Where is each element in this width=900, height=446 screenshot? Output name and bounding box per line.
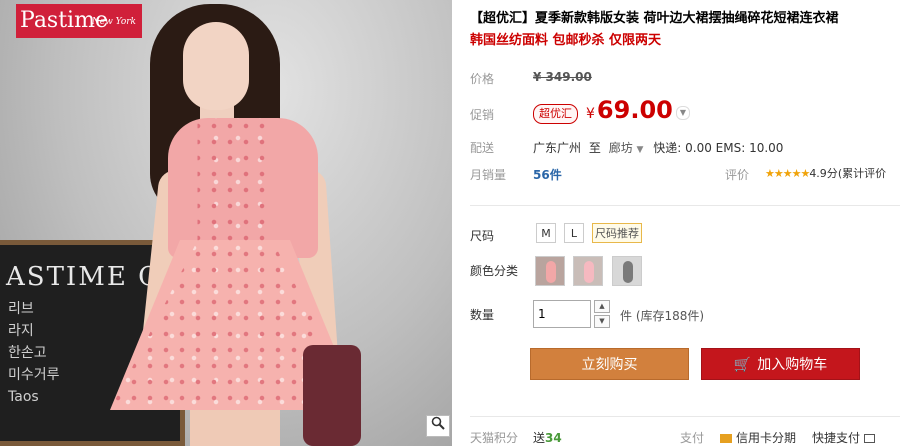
ship-to-select[interactable]: 廊坊 ▼ bbox=[609, 141, 644, 155]
swatch-figure bbox=[546, 261, 556, 283]
original-price: ¥ 349.00 bbox=[533, 70, 592, 84]
promo-price: ¥69.00 bbox=[586, 96, 673, 124]
swatch-figure bbox=[584, 261, 594, 283]
add-to-cart-label: 加入购物车 bbox=[757, 357, 828, 373]
ship-to-word: 至 bbox=[588, 141, 601, 155]
color-swatch-1[interactable] bbox=[535, 256, 565, 286]
product-subtitle: 韩国丝纺面料 包邮秒杀 仅限两天 bbox=[470, 33, 662, 48]
quantity-increment[interactable]: ▲ bbox=[594, 300, 610, 313]
credit-label: 信用卡分期 bbox=[736, 431, 797, 445]
brand-logo: Pastime New York bbox=[16, 4, 142, 38]
rating-count-link[interactable]: (累计评价 bbox=[838, 167, 886, 180]
brand-tagline: New York bbox=[91, 17, 136, 27]
payment-label: 支付 bbox=[680, 431, 705, 445]
cart-icon: 🛒 bbox=[733, 357, 752, 373]
quick-pay[interactable]: 快捷支付 bbox=[812, 429, 876, 446]
caret-down-icon: ▼ bbox=[636, 145, 644, 155]
stock-info: 件 (库存188件) bbox=[620, 309, 705, 323]
credit-card-icon bbox=[720, 434, 732, 443]
magnifier-icon-graphic bbox=[431, 416, 445, 430]
rating-stars: ★★★★★ bbox=[765, 167, 810, 180]
magnifier-icon[interactable] bbox=[426, 415, 450, 437]
points-prefix: 送 bbox=[533, 431, 546, 445]
rating-label: 评价 bbox=[725, 168, 750, 182]
currency-symbol: ¥ bbox=[586, 106, 595, 122]
divider bbox=[470, 205, 900, 206]
credit-installment[interactable]: 信用卡分期 bbox=[720, 429, 796, 446]
price-label: 价格 bbox=[470, 72, 495, 86]
points-number: 34 bbox=[545, 431, 562, 445]
buy-now-button[interactable]: 立刻购买 bbox=[530, 348, 689, 380]
ship-to-value: 廊坊 bbox=[608, 141, 633, 155]
quick-pay-label: 快捷支付 bbox=[812, 431, 861, 445]
monthly-sales: 56件 bbox=[533, 168, 562, 182]
color-label: 颜色分类 bbox=[470, 264, 519, 278]
add-to-cart-button[interactable]: 🛒 加入购物车 bbox=[701, 348, 860, 380]
size-option-l[interactable]: L bbox=[564, 223, 584, 243]
swatch-figure bbox=[623, 261, 633, 283]
product-image[interactable]: ASTIME COFFE 리브 라지 한손고 미수거루 Taos Pastime… bbox=[0, 0, 452, 446]
rating-score: 4.9分 bbox=[809, 167, 838, 180]
sales-label: 月销量 bbox=[470, 168, 507, 182]
points-value: 送34 bbox=[533, 429, 562, 446]
product-title: 【超优汇】夏季新款韩版女装 荷叶边大裙摆抽绳碎花短裙连衣裙 bbox=[470, 11, 839, 26]
size-label: 尺码 bbox=[470, 229, 495, 243]
handbag bbox=[303, 345, 361, 446]
chevron-down-icon[interactable]: ▼ bbox=[676, 106, 690, 120]
quantity-input[interactable] bbox=[533, 300, 591, 328]
promo-amount: 69.00 bbox=[596, 96, 673, 124]
ship-from: 广东广州 bbox=[533, 141, 582, 155]
color-swatch-3[interactable] bbox=[612, 256, 642, 286]
quantity-label: 数量 bbox=[470, 308, 495, 322]
divider bbox=[470, 416, 900, 417]
model-face bbox=[183, 22, 249, 110]
quantity-decrement[interactable]: ▼ bbox=[594, 315, 610, 328]
points-label: 天猫积分 bbox=[470, 431, 519, 445]
shipping-label: 配送 bbox=[470, 141, 495, 155]
color-swatch-2[interactable] bbox=[573, 256, 603, 286]
size-recommend-button[interactable]: 尺码推荐 bbox=[592, 223, 642, 243]
promo-label: 促销 bbox=[470, 108, 495, 122]
shipping-info: 广东广州 至 廊坊 ▼ 快递: 0.00 EMS: 10.00 bbox=[533, 139, 783, 156]
quick-pay-icon bbox=[864, 434, 876, 443]
size-option-m[interactable]: M bbox=[536, 223, 556, 243]
ship-fees: 快递: 0.00 EMS: 10.00 bbox=[653, 141, 784, 155]
rating[interactable]: ★★★★★4.9分(累计评价 bbox=[765, 165, 886, 181]
promo-badge: 超优汇 bbox=[533, 104, 578, 124]
